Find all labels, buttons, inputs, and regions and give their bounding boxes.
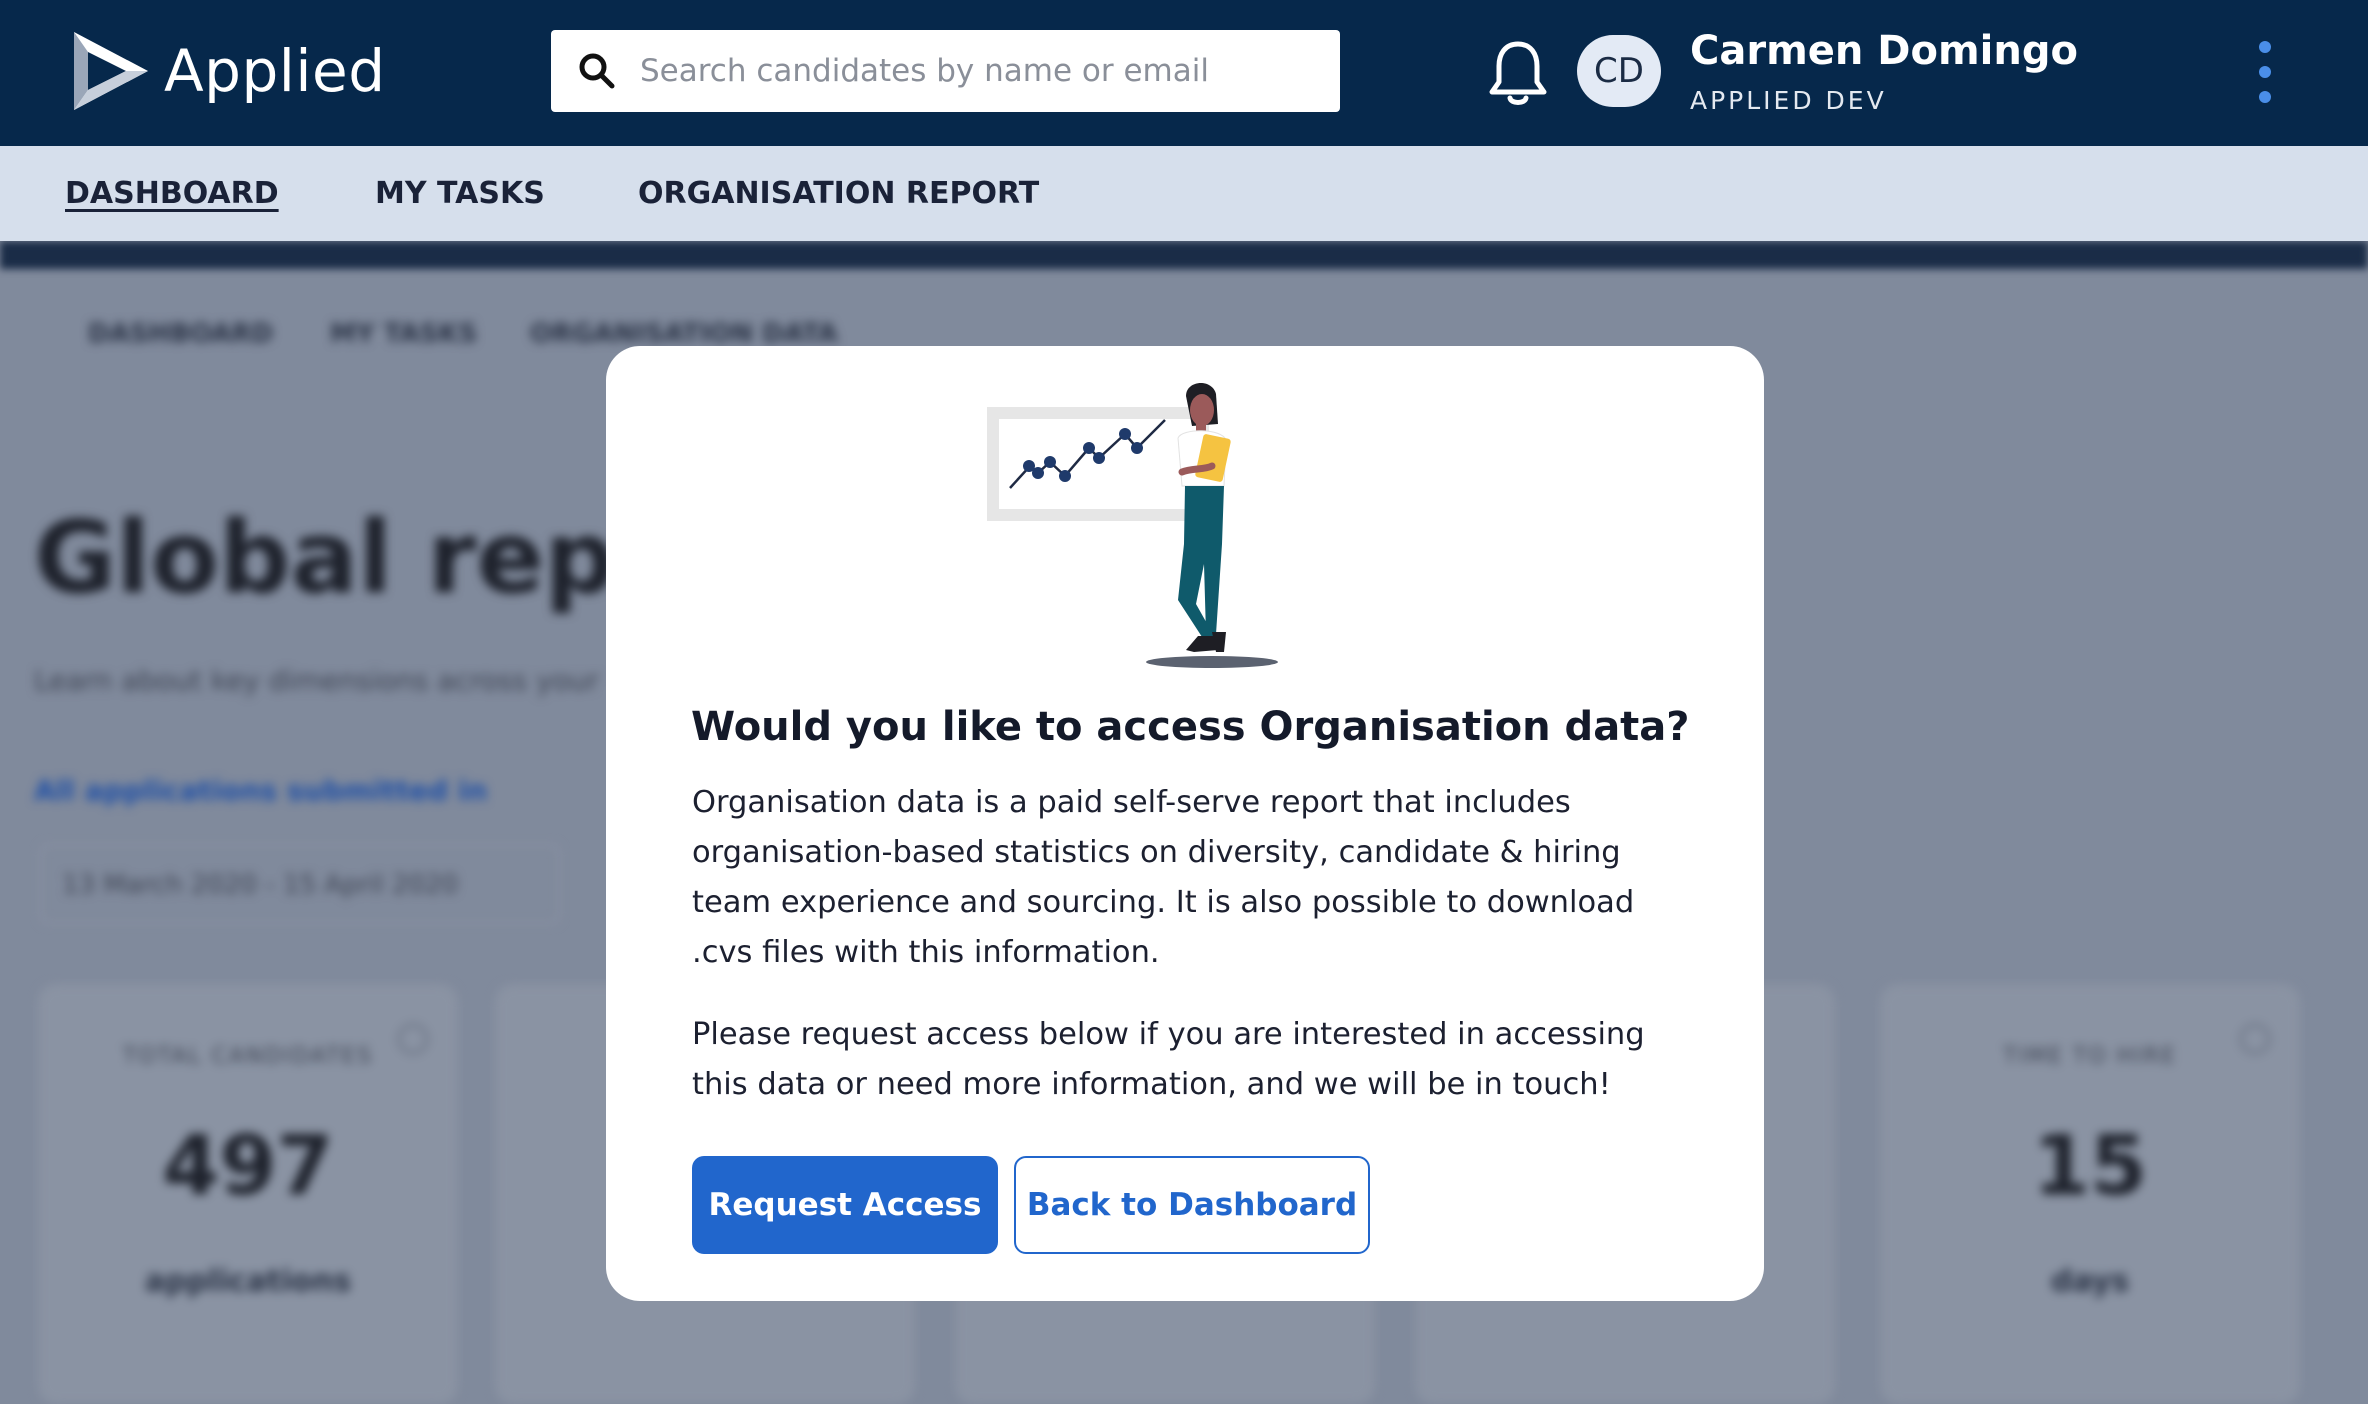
date-range-text: 13 March 2020 - 15 April 2020	[62, 870, 459, 900]
stat-unit: days	[2050, 1264, 2130, 1299]
background-tab: ORGANISATION DATA	[530, 319, 838, 349]
stat-card: TIME TO HIRE 15 days	[1880, 984, 2300, 1404]
tab-organisation-report[interactable]: ORGANISATION REPORT	[638, 176, 1039, 211]
stat-value: 497	[162, 1119, 334, 1214]
top-header: Applied CD Carmen Domingo APPLIED DEV	[0, 0, 2368, 146]
back-to-dashboard-button[interactable]: Back to Dashboard	[1014, 1156, 1370, 1254]
background-filter-link: All applications submitted in	[34, 774, 488, 807]
avatar[interactable]: CD	[1577, 35, 1661, 107]
main-nav: DASHBOARD MY TASKS ORGANISATION REPORT	[0, 146, 2368, 241]
stat-label: TIME TO HIRE	[2003, 1044, 2177, 1069]
user-name[interactable]: Carmen Domingo	[1690, 28, 2078, 74]
tab-my-tasks[interactable]: MY TASKS	[375, 176, 545, 211]
user-organisation: APPLIED DEV	[1690, 86, 1887, 115]
search-bar[interactable]	[551, 30, 1340, 112]
background-tab: MY TASKS	[330, 319, 478, 349]
background-tab: DASHBOARD	[88, 319, 274, 349]
search-icon	[579, 53, 615, 89]
logo-icon	[74, 32, 148, 110]
stat-unit: applications	[144, 1264, 352, 1299]
stat-value: 15	[2032, 1119, 2148, 1214]
stat-label: TOTAL CANDIDATES	[122, 1044, 374, 1069]
modal-request-note: Please request access below if you are i…	[692, 1017, 1645, 1102]
logo-text: Applied	[164, 37, 386, 105]
background-page-subtitle: Learn about key dimensions across your	[34, 664, 599, 697]
app-logo[interactable]: Applied	[70, 26, 386, 116]
request-access-button[interactable]: Request Access	[692, 1156, 998, 1254]
bell-icon[interactable]	[1487, 38, 1549, 108]
more-vertical-icon[interactable]	[2250, 38, 2280, 106]
presentation-illustration	[987, 382, 1278, 668]
background-date-select: 13 March 2020 - 15 April 2020	[40, 844, 560, 924]
access-request-modal: Would you like to access Organisation da…	[606, 346, 1764, 1301]
search-input[interactable]	[638, 40, 1322, 102]
tab-dashboard[interactable]: DASHBOARD	[65, 176, 279, 211]
modal-title: Would you like to access Organisation da…	[691, 704, 1690, 750]
modal-description: Organisation data is a paid self-serve r…	[692, 785, 1635, 970]
blurred-header-strip	[0, 241, 2368, 269]
stat-card: TOTAL CANDIDATES 497 applications	[38, 984, 458, 1404]
